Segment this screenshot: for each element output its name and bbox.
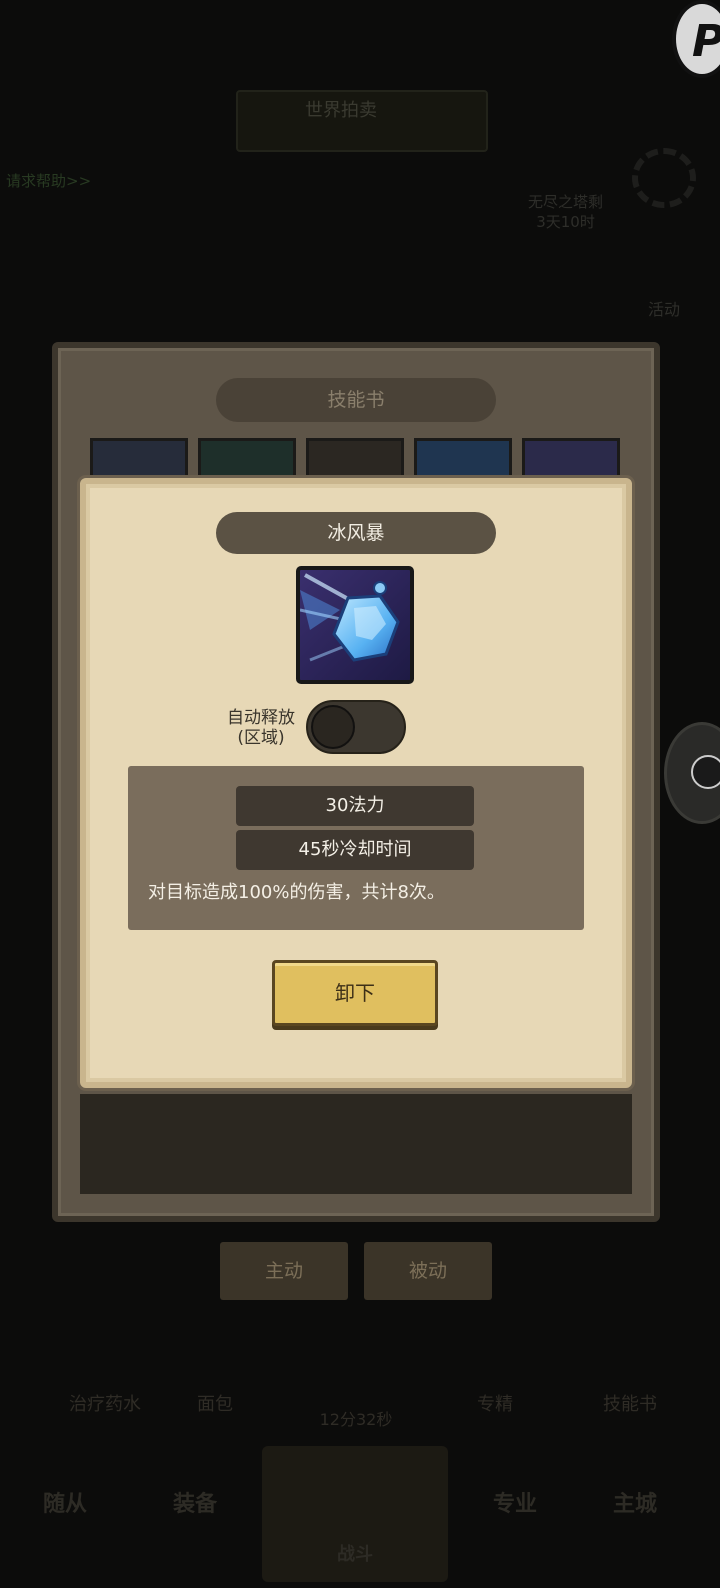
- auto-cast-label-line1: 自动释放: [227, 708, 295, 728]
- item-skill-book: 技能书: [603, 1394, 657, 1415]
- skill-book-title: 技能书: [216, 378, 496, 422]
- unequip-button[interactable]: 卸下: [272, 960, 438, 1026]
- ice-storm-icon: [296, 566, 414, 684]
- skill-name: 冰风暴: [216, 512, 496, 554]
- gear-icon: [632, 148, 696, 208]
- penguin-icon: [664, 722, 720, 824]
- nav-followers: 随从: [42, 1492, 87, 1517]
- auto-cast-label: 自动释放 (区域): [216, 708, 306, 748]
- skill-slot[interactable]: [198, 438, 296, 482]
- tower-timer-line1: 无尽之塔剩: [528, 193, 604, 211]
- item-specialty: 专精: [477, 1394, 513, 1415]
- mana-cost: 30法力: [236, 786, 474, 826]
- tab-active: 主动: [220, 1242, 348, 1300]
- center-timer: 12分32秒: [319, 1410, 393, 1429]
- corner-logo-icon: P: [672, 0, 720, 78]
- skill-slot[interactable]: [90, 438, 188, 482]
- nav-equipment: 装备: [172, 1492, 217, 1517]
- activity-label: 活动: [648, 300, 681, 319]
- skill-book-lower-area: [80, 1094, 632, 1194]
- nav-main-city: 主城: [612, 1492, 657, 1517]
- tower-timer: 无尽之塔剩 3天10时: [528, 192, 603, 232]
- help-link: 请求帮助>>: [6, 172, 92, 190]
- tower-timer-line2: 3天10时: [536, 213, 595, 231]
- nav-profession: 专业: [492, 1492, 537, 1517]
- tab-passive: 被动: [364, 1242, 492, 1300]
- skill-description: 对目标造成100%的伤害，共计8次。: [148, 882, 445, 903]
- auto-cast-label-line2: (区域): [237, 728, 285, 748]
- toggle-knob: [311, 705, 355, 749]
- item-healing-potion: 治疗药水: [69, 1394, 141, 1415]
- auto-cast-toggle[interactable]: [306, 700, 406, 754]
- skill-slot[interactable]: [414, 438, 512, 482]
- skill-slot[interactable]: [522, 438, 620, 482]
- item-bread: 面包: [197, 1394, 233, 1415]
- cooldown-time: 45秒冷却时间: [236, 830, 474, 870]
- world-auction-text: 世界拍卖: [305, 100, 377, 121]
- nav-battle: 战斗: [337, 1544, 373, 1565]
- skill-slot-empty[interactable]: [306, 438, 404, 482]
